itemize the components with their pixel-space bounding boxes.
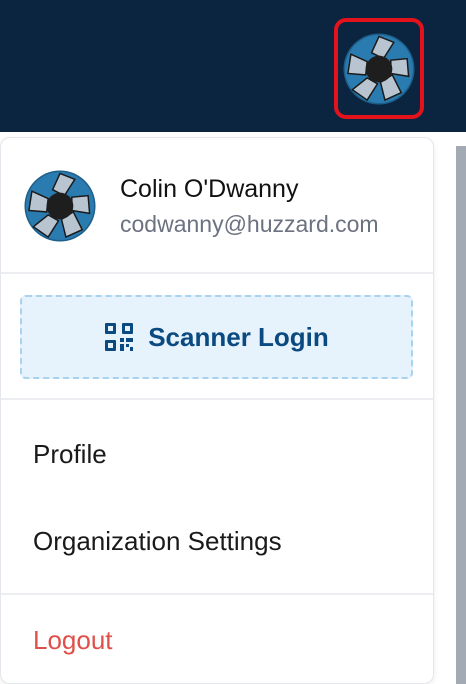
top-navigation-bar bbox=[0, 0, 466, 132]
menu-item-organization-settings[interactable]: Organization Settings bbox=[1, 501, 433, 581]
menu-item-logout[interactable]: Logout bbox=[1, 600, 433, 680]
scanner-login-label: Scanner Login bbox=[148, 321, 329, 352]
user-email: codwanny@huzzard.com bbox=[120, 211, 379, 237]
aperture-avatar-icon bbox=[24, 170, 96, 242]
scanner-section: Scanner Login bbox=[1, 276, 433, 400]
scrollbar[interactable] bbox=[456, 146, 466, 684]
menu-divider bbox=[1, 593, 433, 595]
qr-code-icon bbox=[105, 323, 134, 351]
user-name: Colin O'Dwanny bbox=[120, 175, 299, 203]
user-dropdown-menu: Colin O'Dwanny codwanny@huzzard.com Scan… bbox=[0, 137, 434, 684]
scanner-login-button[interactable]: Scanner Login bbox=[20, 295, 413, 379]
aperture-avatar-icon bbox=[343, 32, 415, 105]
menu-item-profile[interactable]: Profile bbox=[1, 414, 433, 494]
user-avatar-button[interactable] bbox=[334, 18, 424, 119]
user-info-section: Colin O'Dwanny codwanny@huzzard.com bbox=[1, 138, 433, 274]
